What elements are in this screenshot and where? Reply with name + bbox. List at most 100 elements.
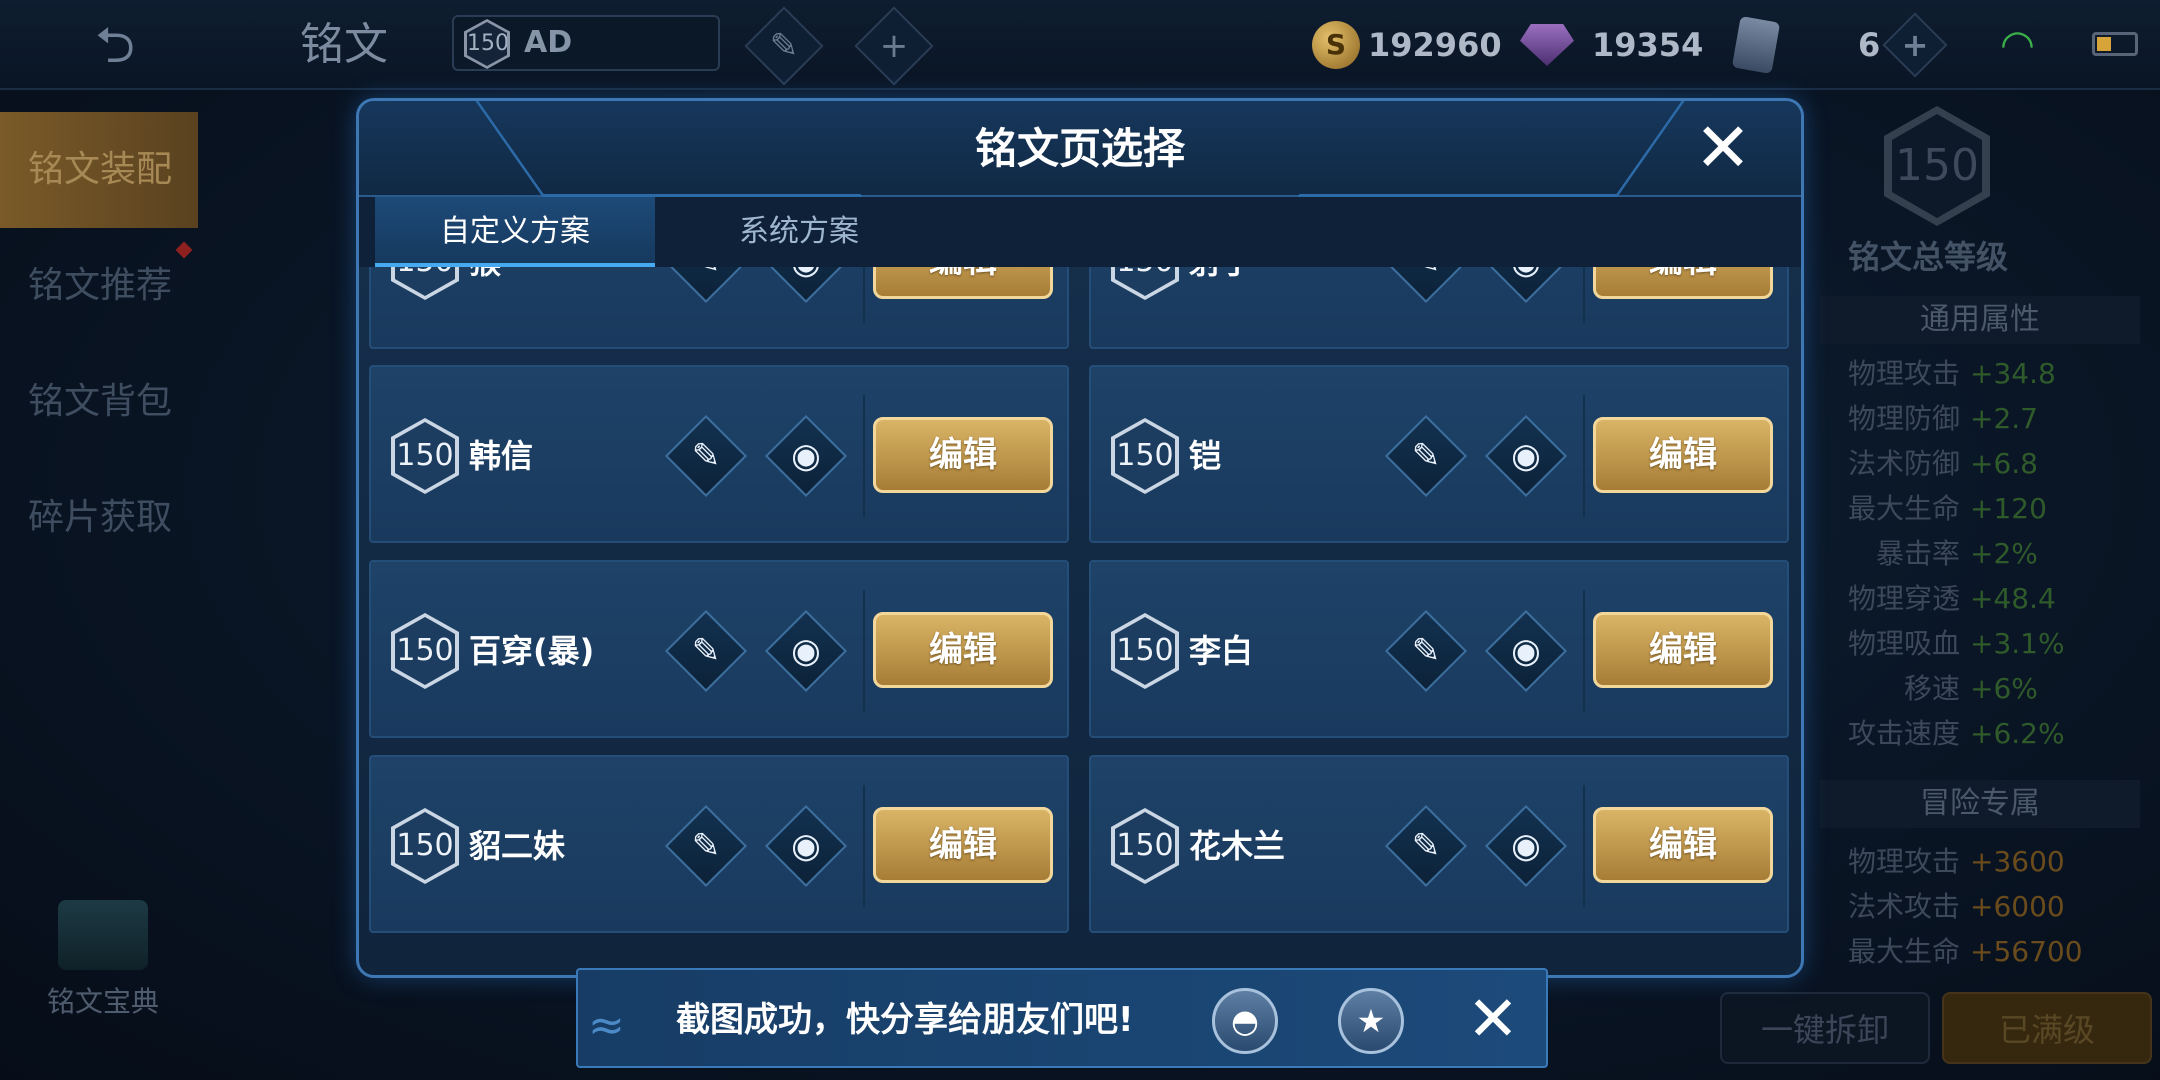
attr-row: 物理防御 +2.7 [1847,402,2038,435]
edit-button[interactable]: 编辑 [1593,612,1773,688]
rune-page-card[interactable]: 150 李白 ✎ ◉ 编辑 [1089,560,1789,738]
rune-codex-button[interactable]: 铭文宝典 [38,900,168,1020]
divider [863,395,865,517]
rune-page-name: 射手 [1189,267,1253,285]
preview-button[interactable]: ◉ [1484,414,1568,498]
nav-item-rune-equip[interactable]: 铭文装配 [0,112,198,228]
share-qzone-button[interactable]: ★ [1338,988,1404,1054]
pencil-icon: ✎ [1399,267,1453,289]
rune-page-card[interactable]: 150 百穿(暴) ✎ ◉ 编辑 [369,560,1069,738]
divider [863,785,865,907]
rune-page-name: 猴 [469,267,501,285]
edit-button[interactable]: 编辑 [1593,807,1773,883]
dismantle-all-button[interactable]: 一键拆卸 [1720,992,1930,1064]
rune-page-name: AD [524,25,573,60]
rune-page-card[interactable]: 150 韩信 ✎ ◉ 编辑 [369,365,1069,543]
rune-page-list[interactable]: 150 猴 ✎ ◉ 编辑 150 射手 ✎ ◉ 编辑 150 韩信 ✎ ◉ 编辑… [369,267,1797,971]
card-icon [1731,15,1781,75]
rename-page-button[interactable]: ✎ [744,6,824,86]
divider [1583,395,1585,517]
back-button[interactable]: ⮌ [60,18,170,72]
rename-button[interactable]: ✎ [1384,609,1468,693]
card-counter: 6 + [1731,12,1948,78]
wifi-icon: ◠ [2000,22,2035,68]
attr-row: 攻击速度 +6.2% [1847,717,2065,750]
close-toast-button[interactable]: ✕ [1458,984,1528,1054]
preview-button[interactable]: ◉ [764,609,848,693]
pencil-icon: ✎ [769,26,799,66]
divider [1583,267,1585,323]
close-dialog-button[interactable]: ✕ [1685,111,1761,187]
edit-button[interactable]: 编辑 [873,267,1053,299]
attr-row: 移速 +6% [1903,672,2038,705]
close-icon: ✕ [1694,109,1752,188]
add-page-button[interactable]: + [854,6,934,86]
rename-button[interactable]: ✎ [664,414,748,498]
book-icon [58,900,148,970]
preview-button[interactable]: ◉ [1484,804,1568,888]
rename-button[interactable]: ✎ [664,804,748,888]
preview-button[interactable]: ◉ [764,267,848,304]
rune-page-name: 花木兰 [1189,827,1286,865]
dialog-title: 铭文页选择 [974,124,1185,173]
gem-counter: 19354 [1520,18,1703,72]
rune-page-card[interactable]: 150 花木兰 ✎ ◉ 编辑 [1089,755,1789,933]
share-qq-button[interactable]: ◓ [1212,988,1278,1054]
plan-tabs: 自定义方案 系统方案 [359,197,1801,267]
level-badge: 150 [1111,418,1179,494]
screenshot-share-toast: ≈ 截图成功，快分享给朋友们吧! ◓ ★ ✕ [576,968,1548,1068]
preview-button[interactable]: ◉ [1484,609,1568,693]
pencil-icon: ✎ [1411,631,1441,671]
eye-icon: ◉ [1511,436,1541,476]
total-level-label: 铭文总等级 [1848,238,2009,276]
edit-button[interactable]: 编辑 [873,612,1053,688]
edit-button[interactable]: 编辑 [873,417,1053,493]
general-attrs-title: 通用属性 [1820,296,2140,344]
top-bar: ⮌ 铭文 150 AD ✎ + S 192960 19354 6 + ◠ [0,0,2160,90]
rename-button[interactable]: ✎ [1384,804,1468,888]
preview-button[interactable]: ◉ [764,414,848,498]
page-title: 铭文 [300,19,388,70]
rename-button[interactable]: ✎ [1384,267,1468,304]
pencil-icon: ✎ [691,631,721,671]
edit-button[interactable]: 编辑 [1593,267,1773,299]
pencil-icon: ✎ [679,267,733,289]
rename-button[interactable]: ✎ [1384,414,1468,498]
preview-button[interactable]: ◉ [1484,267,1568,304]
rename-button[interactable]: ✎ [664,267,748,304]
rune-page-name: 铠 [1189,437,1222,475]
battery-icon [2092,32,2138,56]
level-badge: 150 [391,267,459,300]
level-badge: 150 [391,418,459,494]
gold-counter: S 192960 [1312,18,1502,72]
attr-row: 最大生命 +120 [1847,492,2047,525]
divider [863,590,865,712]
rune-page-card[interactable]: 150 射手 ✎ ◉ 编辑 [1089,267,1789,349]
attr-row: 最大生命 +56700 [1847,935,2083,968]
back-arrow-icon: ⮌ [94,16,136,74]
rune-page-card[interactable]: 150 猴 ✎ ◉ 编辑 [369,267,1069,349]
divider [1583,590,1585,712]
eye-icon: ◉ [1511,826,1541,866]
nav-item-rune-recommend[interactable]: 铭文推荐 [0,228,198,344]
plus-icon: + [879,26,909,66]
add-card-button[interactable]: + [1882,12,1948,78]
eye-icon: ◉ [791,826,821,866]
preview-button[interactable]: ◉ [764,804,848,888]
eye-icon: ◉ [1511,631,1541,671]
attr-row: 物理攻击 +34.8 [1847,357,2056,390]
rune-page-dropdown[interactable]: 150 AD [452,15,720,71]
rune-page-select-dialog: 铭文页选择 ✕ 自定义方案 系统方案 150 猴 ✎ ◉ 编辑 150 射手 ✎… [356,98,1804,978]
nav-item-fragments[interactable]: 碎片获取 [0,460,198,576]
edit-button[interactable]: 编辑 [873,807,1053,883]
attr-row: 暴击率 +2% [1875,537,2038,570]
edit-button[interactable]: 编辑 [1593,417,1773,493]
rune-page-card[interactable]: 150 铠 ✎ ◉ 编辑 [1089,365,1789,543]
rune-page-card[interactable]: 150 貂二妹 ✎ ◉ 编辑 [369,755,1069,933]
tab-custom-plans[interactable]: 自定义方案 [375,197,655,267]
pencil-icon: ✎ [691,436,721,476]
maxed-button[interactable]: 已满级 [1942,992,2152,1064]
tab-system-plans[interactable]: 系统方案 [659,197,939,267]
nav-item-rune-bag[interactable]: 铭文背包 [0,344,198,460]
rename-button[interactable]: ✎ [664,609,748,693]
